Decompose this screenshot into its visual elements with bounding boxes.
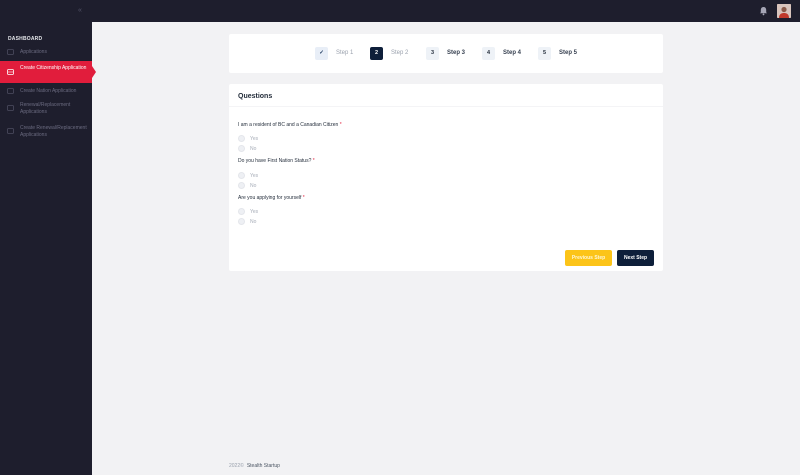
footer-brand-link[interactable]: Stealth Startup (247, 463, 280, 469)
document-icon (7, 49, 14, 55)
radio-button[interactable] (238, 182, 245, 189)
step-label: Step 3 (447, 50, 466, 56)
document-icon (7, 128, 14, 134)
footer: 2022© Stealth Startup (229, 463, 280, 469)
step-label: Step 1 (336, 50, 354, 56)
sidebar-section-title: DASHBOARD (8, 36, 43, 42)
checkmark-icon: ✓ (315, 46, 328, 60)
sidebar-item-renewal-replacement-applications[interactable]: Renewal/Replacement Applications (0, 99, 92, 119)
step-label: Step 4 (503, 50, 522, 56)
sidebar-item-create-renewal-replacement-applications[interactable]: Create Renewal/Replacement Applications (0, 122, 92, 142)
required-marker: * (312, 158, 315, 164)
step-2[interactable]: 2 Step 2 (370, 46, 408, 60)
divider (229, 106, 663, 107)
document-icon (7, 88, 14, 94)
step-number: 3 (426, 46, 439, 60)
option-label: No (250, 182, 257, 189)
question-label: Do you have First Nation Status? * (238, 158, 315, 164)
step-number: 4 (482, 46, 495, 60)
step-4[interactable]: 4 Step 4 (482, 46, 521, 60)
footer-year: 2022© (229, 463, 244, 469)
sidebar-item-label: Applications (20, 49, 47, 55)
menu-toggle-icon[interactable]: « (78, 7, 85, 14)
top-bar: « (0, 0, 800, 22)
radio-button[interactable] (238, 145, 245, 152)
avatar[interactable] (777, 4, 791, 18)
radio-option-no[interactable]: No (238, 145, 256, 152)
step-1[interactable]: ✓ Step 1 (315, 46, 353, 60)
option-label: Yes (250, 135, 259, 142)
radio-option-no[interactable]: No (238, 218, 256, 225)
sidebar-item-create-nation-application[interactable]: Create Nation Application (0, 84, 92, 97)
option-label: Yes (250, 172, 259, 179)
radio-option-yes[interactable]: Yes (238, 208, 258, 215)
question-label: Are you applying for yourself * (238, 195, 305, 201)
sidebar-item-label: Create Renewal/Replacement Applications (20, 125, 87, 138)
radio-button[interactable] (238, 218, 245, 225)
next-step-button[interactable]: Next Step (617, 250, 654, 266)
sidebar: DASHBOARD Applications Create Citizenshi… (0, 22, 92, 475)
step-label: Step 5 (559, 50, 578, 56)
document-icon (7, 69, 14, 75)
sidebar-item-create-citizenship-application[interactable]: Create Citizenship Application (0, 61, 92, 83)
option-label: No (250, 218, 257, 225)
stepper-card: ✓ Step 1 2 Step 2 3 Step 3 4 Step 4 5 St… (229, 34, 663, 73)
radio-button[interactable] (238, 172, 245, 179)
radio-option-yes[interactable]: Yes (238, 135, 258, 142)
required-marker: * (302, 195, 305, 201)
question-label: I am a resident of BC and a Canadian Cit… (238, 122, 342, 128)
sidebar-item-label: Renewal/Replacement Applications (20, 102, 71, 115)
radio-option-yes[interactable]: Yes (238, 172, 258, 179)
required-marker: * (339, 122, 342, 128)
sidebar-item-label: Create Citizenship Application (20, 65, 87, 71)
bell-icon[interactable] (759, 6, 768, 16)
radio-option-no[interactable]: No (238, 182, 256, 189)
radio-button[interactable] (238, 208, 245, 215)
sidebar-item-applications[interactable]: Applications (0, 46, 92, 59)
step-label: Step 2 (391, 50, 409, 56)
form-title: Questions (238, 93, 273, 100)
document-icon (7, 105, 14, 111)
radio-button[interactable] (238, 135, 245, 142)
step-number: 2 (370, 46, 383, 60)
previous-step-button[interactable]: Previous Step (565, 250, 612, 266)
step-5[interactable]: 5 Step 5 (538, 46, 577, 60)
sidebar-item-label: Create Nation Application (20, 88, 77, 94)
option-label: Yes (250, 208, 259, 215)
step-number: 5 (538, 46, 551, 60)
option-label: No (250, 145, 257, 152)
questions-card: Questions I am a resident of BC and a Ca… (229, 84, 663, 271)
step-3[interactable]: 3 Step 3 (426, 46, 465, 60)
